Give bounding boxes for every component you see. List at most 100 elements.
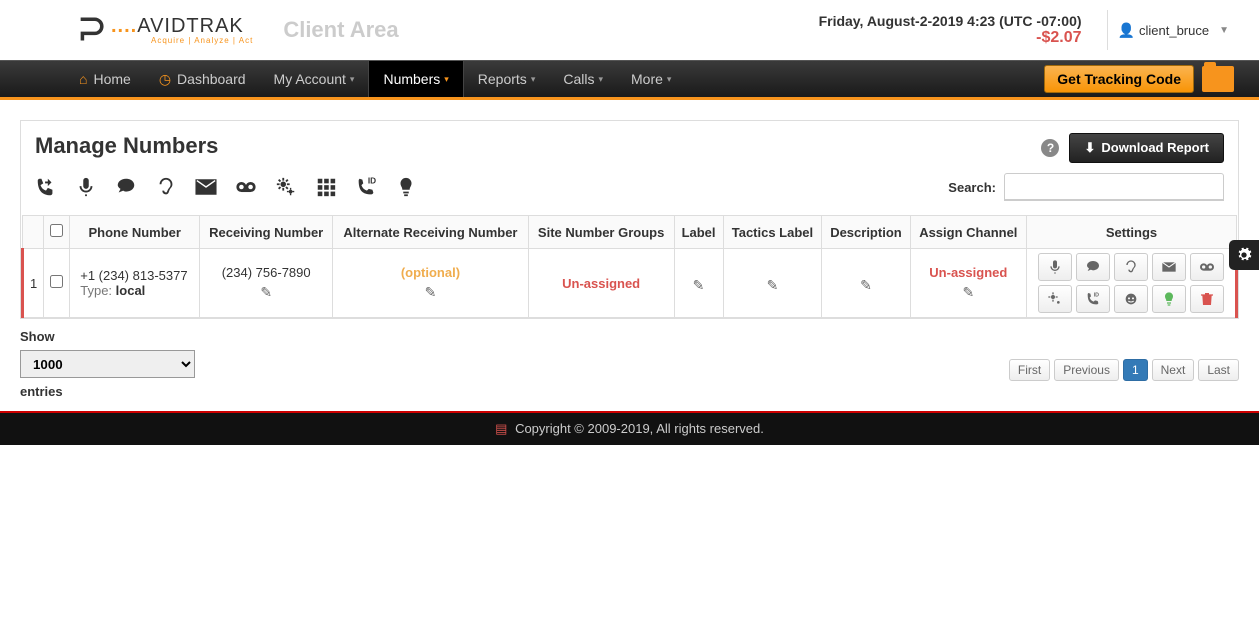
- logo[interactable]: ....AVIDTRAK Acquire | Analyze | Act: [75, 14, 253, 47]
- col-receiving[interactable]: Receiving Number: [200, 216, 333, 249]
- nav-more[interactable]: More▾: [617, 61, 685, 97]
- cell-site-groups: Un-assigned: [528, 249, 674, 318]
- divider: [1107, 10, 1108, 50]
- setting-chat-button[interactable]: [1076, 253, 1110, 281]
- site-groups: Un-assigned: [535, 276, 668, 291]
- row-checkbox[interactable]: [50, 275, 63, 288]
- type-value: local: [116, 283, 146, 298]
- grid-icon[interactable]: [315, 176, 337, 198]
- dashboard-icon: ◷: [159, 71, 171, 88]
- chevron-down-icon: ▾: [531, 74, 536, 85]
- username: client_bruce: [1139, 23, 1209, 38]
- svg-text:ID: ID: [1094, 292, 1099, 298]
- account-balance: -$2.07: [819, 29, 1082, 47]
- col-checkbox: [44, 216, 70, 249]
- help-icon[interactable]: ?: [1041, 139, 1059, 157]
- edit-icon[interactable]: ✎: [425, 284, 437, 301]
- cell-description: ✎: [822, 249, 910, 318]
- chevron-down-icon: ▼: [1219, 25, 1229, 36]
- edit-icon[interactable]: ✎: [962, 284, 974, 301]
- alt-receiving: (optional): [339, 265, 522, 280]
- mail-icon[interactable]: [195, 176, 217, 198]
- setting-bulb-button[interactable]: [1152, 285, 1186, 313]
- col-label[interactable]: Label: [674, 216, 723, 249]
- search-input[interactable]: [1004, 173, 1224, 201]
- svg-text:ID: ID: [368, 176, 376, 185]
- entries-select[interactable]: 1000: [20, 350, 195, 378]
- download-icon: ⬇: [1084, 140, 1095, 155]
- pagination: First Previous 1 Next Last: [20, 359, 1239, 381]
- numbers-table: Phone Number Receiving Number Alternate …: [21, 215, 1238, 318]
- col-site-groups[interactable]: Site Number Groups: [528, 216, 674, 249]
- gears-icon[interactable]: [275, 176, 297, 198]
- search-label: Search:: [948, 180, 996, 195]
- setting-ear-button[interactable]: [1114, 253, 1148, 281]
- setting-bot-button[interactable]: [1114, 285, 1148, 313]
- footer: ▤ Copyright © 2009-2019, All rights rese…: [0, 411, 1259, 445]
- col-tactics[interactable]: Tactics Label: [723, 216, 822, 249]
- cell-tactics: ✎: [723, 249, 822, 318]
- col-alt-receiving[interactable]: Alternate Receiving Number: [333, 216, 529, 249]
- bulb-icon[interactable]: [395, 176, 417, 198]
- edit-icon[interactable]: ✎: [693, 277, 705, 294]
- setting-mic-button[interactable]: [1038, 253, 1072, 281]
- pag-last[interactable]: Last: [1198, 359, 1239, 381]
- edit-icon[interactable]: ✎: [860, 277, 872, 294]
- folder-icon[interactable]: [1202, 66, 1234, 92]
- type-label: Type:: [80, 283, 115, 298]
- edit-icon[interactable]: ✎: [767, 277, 779, 294]
- caller-id-icon[interactable]: ID: [355, 176, 377, 198]
- download-report-button[interactable]: ⬇Download Report: [1069, 133, 1224, 163]
- microphone-icon[interactable]: [75, 176, 97, 198]
- assign-channel: Un-assigned: [917, 265, 1020, 280]
- user-menu[interactable]: 👤 client_bruce ▼: [1118, 22, 1229, 39]
- nav-my-account[interactable]: My Account▾: [260, 61, 369, 97]
- phone-forward-icon[interactable]: [35, 176, 57, 198]
- nav-reports[interactable]: Reports▾: [464, 61, 550, 97]
- col-phone[interactable]: Phone Number: [70, 216, 200, 249]
- setting-callerid-button[interactable]: ID: [1076, 285, 1110, 313]
- footer-icon: ▤: [495, 421, 507, 436]
- chat-icon[interactable]: [115, 176, 137, 198]
- client-area-title: Client Area: [283, 17, 398, 43]
- ear-icon[interactable]: [155, 176, 177, 198]
- setting-voicemail-button[interactable]: [1190, 253, 1224, 281]
- pag-next[interactable]: Next: [1152, 359, 1195, 381]
- voicemail-icon[interactable]: [235, 176, 257, 198]
- chevron-down-icon: ▾: [598, 74, 603, 85]
- chevron-down-icon: ▾: [667, 74, 672, 85]
- setting-delete-button[interactable]: [1190, 285, 1224, 313]
- cell-settings: ID: [1027, 249, 1237, 318]
- cell-phone: +1 (234) 813-5377 Type: local: [70, 249, 200, 318]
- cell-label: ✎: [674, 249, 723, 318]
- select-all-checkbox[interactable]: [50, 224, 63, 237]
- edit-icon[interactable]: ✎: [260, 284, 272, 301]
- col-channel[interactable]: Assign Channel: [910, 216, 1026, 249]
- row-index: 1: [23, 249, 44, 318]
- get-tracking-code-button[interactable]: Get Tracking Code: [1044, 65, 1194, 93]
- setting-mail-button[interactable]: [1152, 253, 1186, 281]
- nav-dashboard[interactable]: ◷Dashboard: [145, 61, 260, 97]
- copyright: Copyright © 2009-2019,: [515, 421, 653, 436]
- nav-calls[interactable]: Calls▾: [549, 61, 617, 97]
- cell-channel: Un-assigned ✎: [910, 249, 1026, 318]
- pag-first[interactable]: First: [1009, 359, 1050, 381]
- datetime: Friday, August-2-2019 4:23 (UTC -07:00) …: [819, 13, 1082, 47]
- col-description[interactable]: Description: [822, 216, 910, 249]
- pag-prev[interactable]: Previous: [1054, 359, 1119, 381]
- nav-home[interactable]: ⌂Home: [65, 61, 145, 97]
- side-settings-button[interactable]: [1229, 240, 1259, 270]
- chevron-down-icon: ▾: [444, 74, 449, 85]
- chevron-down-icon: ▾: [350, 74, 355, 85]
- user-icon: 👤: [1118, 22, 1135, 39]
- table-row: 1 +1 (234) 813-5377 Type: local (234) 75…: [23, 249, 1237, 318]
- setting-gears-button[interactable]: [1038, 285, 1072, 313]
- cell-alt-receiving: (optional) ✎: [333, 249, 529, 318]
- phone-number: +1 (234) 813-5377: [80, 268, 193, 283]
- logo-text: ....AVIDTRAK: [111, 15, 244, 37]
- toolbar: ID: [35, 176, 417, 198]
- logo-subtitle: Acquire | Analyze | Act: [111, 36, 253, 45]
- home-icon: ⌂: [79, 71, 87, 87]
- pag-page-1[interactable]: 1: [1123, 359, 1148, 381]
- nav-numbers[interactable]: Numbers▾: [368, 61, 463, 97]
